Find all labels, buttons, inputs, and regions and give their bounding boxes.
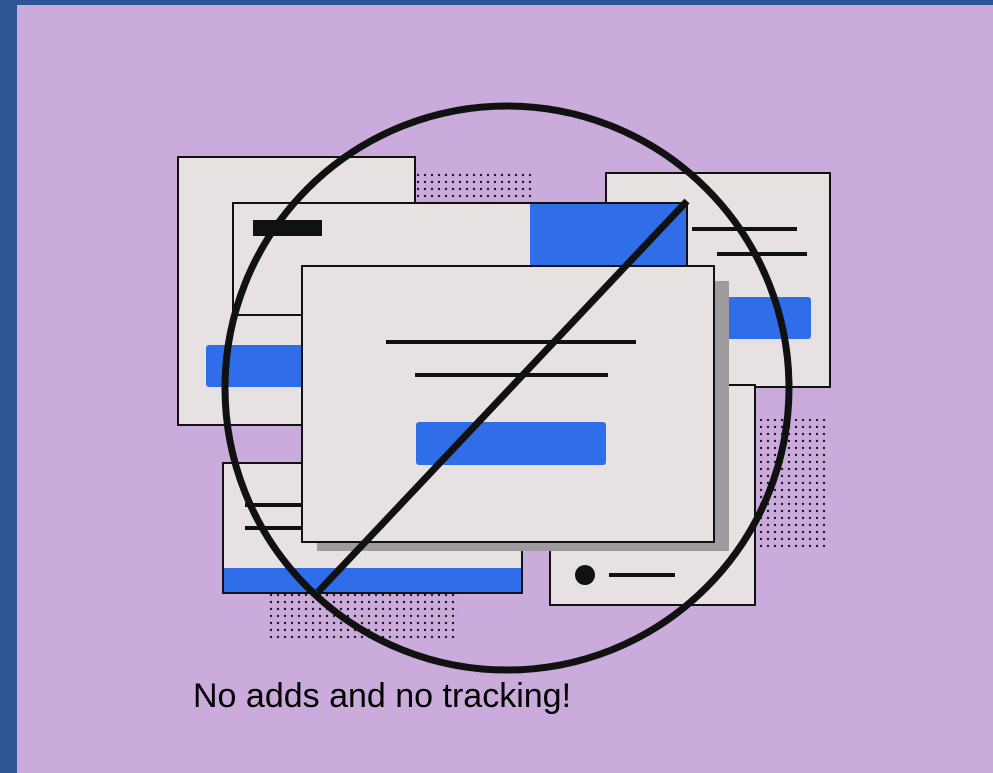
- ad-window-front: [301, 265, 715, 543]
- bullet-dot-icon: [575, 565, 595, 585]
- slide: No adds and no tracking!: [17, 5, 993, 773]
- ad-bar-bottom-left: [224, 568, 521, 592]
- no-ads-illustration: [177, 102, 831, 674]
- dots-right: [757, 419, 829, 547]
- slide-caption: No adds and no tracking!: [193, 677, 572, 715]
